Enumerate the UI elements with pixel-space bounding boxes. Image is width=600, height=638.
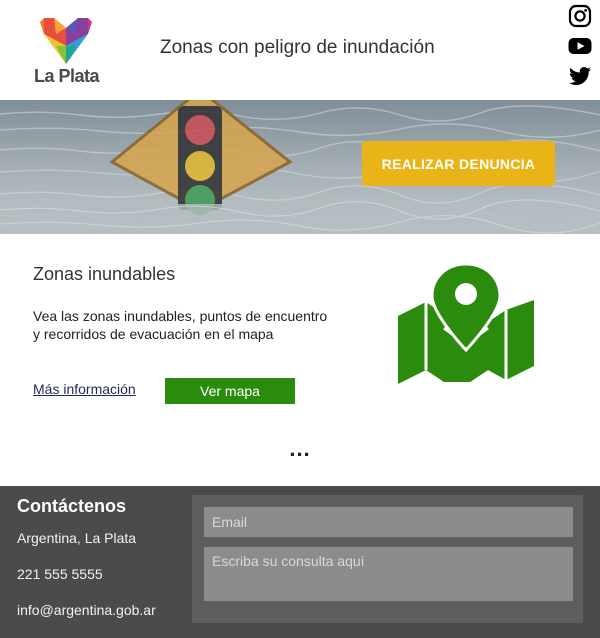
instagram-icon[interactable] <box>568 4 592 28</box>
view-map-button[interactable]: Ver mapa <box>165 378 295 404</box>
logo-text: La Plata <box>34 66 100 86</box>
contact-email: info@argentina.gob.ar <box>17 602 156 618</box>
header: La Plata Zonas con peligro de inundación <box>0 0 600 100</box>
contact-location: Argentina, La Plata <box>17 530 137 546</box>
section-description: Vea las zonas inundables, puntos de encu… <box>33 308 328 342</box>
contact-phone: 221 555 5555 <box>17 566 103 582</box>
ellipsis: ... <box>289 436 311 461</box>
logo-heart-icon <box>40 18 92 64</box>
report-button[interactable]: REALIZAR DENUNCIA <box>362 141 555 186</box>
map-pin-icon <box>398 262 534 384</box>
la-plata-logo[interactable]: La Plata <box>30 16 102 88</box>
footer: Contáctenos Argentina, La Plata 221 555 … <box>0 486 600 638</box>
more-info-link[interactable]: Más información <box>33 381 136 397</box>
hero-banner: REALIZAR DENUNCIA <box>0 100 600 234</box>
contact-form <box>192 495 583 623</box>
message-field[interactable] <box>204 547 573 601</box>
twitter-icon[interactable] <box>568 64 592 88</box>
social-links <box>568 4 594 94</box>
section-title: Zonas inundables <box>33 264 176 284</box>
contact-title: Contáctenos <box>17 496 127 516</box>
email-field[interactable] <box>204 507 573 537</box>
page-title: Zonas con peligro de inundación <box>160 37 435 58</box>
youtube-icon[interactable] <box>568 34 592 58</box>
